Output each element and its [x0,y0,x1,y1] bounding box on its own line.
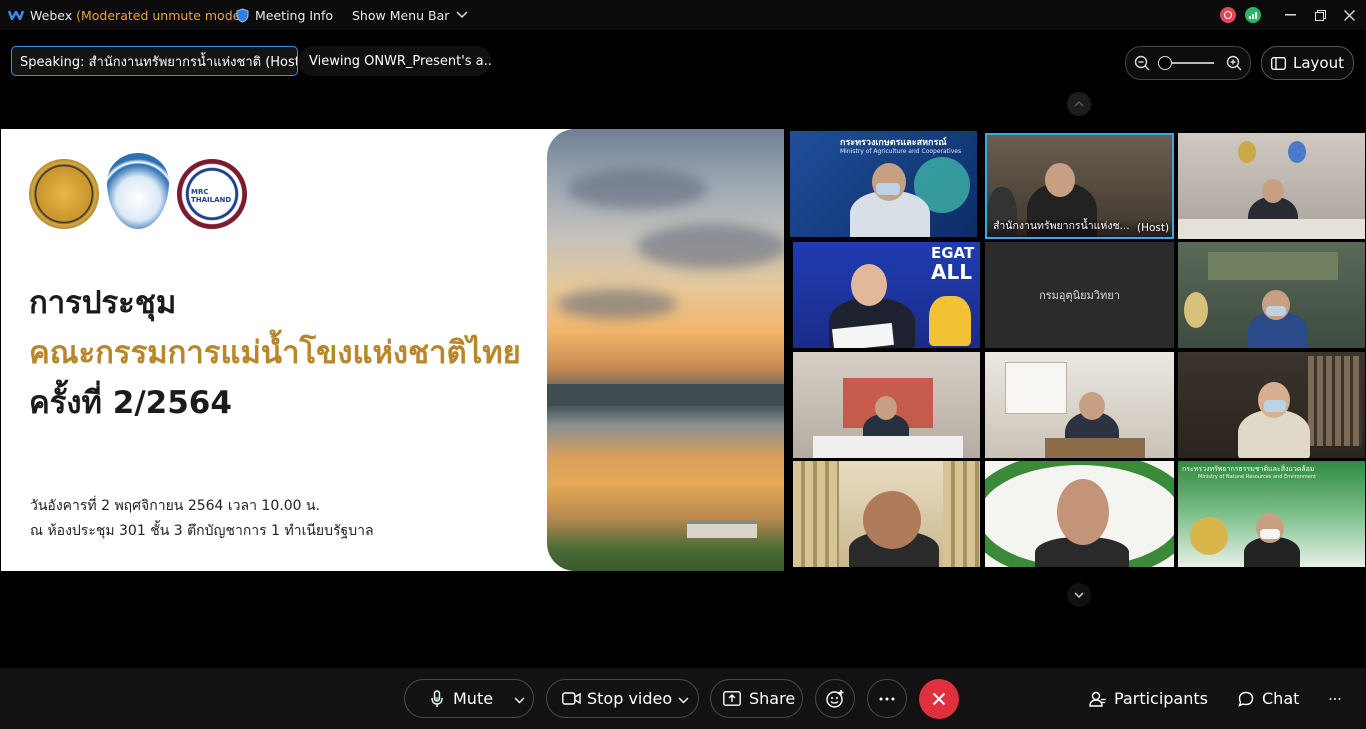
egat-sign-text-2: ALL [931,260,972,284]
video-tile-host[interactable]: สำนักงานทรัพยากรน้ำแห่งช... (Host) [985,133,1174,239]
active-speaker-text: Speaking: สำนักงานทรัพยากรน้ำแห่งชาติ (H… [20,54,298,70]
microphone-icon [426,689,448,708]
layout-icon [1271,56,1286,70]
share-button[interactable]: Share [710,679,803,718]
shield-icon [236,7,249,23]
natural-resources-banner-subtext: Ministry of Natural Resources and Enviro… [1198,474,1316,480]
zoom-out-icon[interactable] [1134,55,1150,71]
recording-indicator[interactable] [1214,0,1242,30]
network-health-indicator[interactable] [1239,0,1267,30]
active-speaker-label[interactable]: Speaking: สำนักงานทรัพยากรน้ำแห่งชาติ (H… [11,46,298,76]
chevron-down-icon [456,11,468,19]
scroll-up-button[interactable] [1067,92,1091,116]
participants-button[interactable]: Participants [1089,679,1208,718]
mute-button[interactable]: Mute [404,679,534,718]
video-tile-8[interactable] [985,352,1174,458]
reaction-icon [826,689,844,708]
signal-icon [1245,7,1261,23]
video-tile-9[interactable] [1178,352,1365,458]
video-tile-agriculture[interactable]: กระทรวงเกษตรและสหกรณ์ Ministry of Agricu… [790,131,977,237]
video-tile-energy[interactable] [793,352,980,458]
layout-button[interactable]: Layout [1261,46,1354,80]
scroll-down-button[interactable] [1067,583,1091,607]
layout-label: Layout [1293,54,1344,72]
chevron-up-icon [1074,101,1084,107]
onwr-water-drop-logo [107,153,169,229]
slide-title-line2: คณะกรรมการแม่น้ำโขงแห่งชาติไทย [29,335,521,371]
agriculture-banner-subtext: Ministry of Agriculture and Cooperatives [840,148,962,155]
video-tile-natural-resources[interactable]: กระทรวงทรัพยากรธรรมชาติและสิ่งแวดล้อม Mi… [1178,461,1365,567]
government-seal-logo [29,159,99,229]
meeting-info-label: Meeting Info [255,7,334,23]
record-icon [1220,7,1236,23]
chevron-down-icon [1074,592,1084,598]
chat-button[interactable]: Chat [1238,679,1299,718]
stop-video-label: Stop video [587,689,673,708]
close-window-button[interactable] [1335,0,1363,30]
video-icon [560,692,582,705]
webex-logo-icon [8,10,24,21]
video-tile-10[interactable] [793,461,980,567]
slide-place-line: ณ ห้องประชุม 301 ชั้น 3 ตึกบัญชาการ 1 ทำ… [30,523,374,539]
zoom-in-icon[interactable] [1226,55,1242,71]
restore-icon [1314,9,1326,21]
more-icon [1329,697,1341,700]
video-tile-meteorology[interactable]: กรมอุตุนิยมวิทยา [985,242,1174,348]
stop-video-button[interactable]: Stop video [546,679,699,718]
shared-content-slide: MRC THAILAND การประชุม คณะกรรมการแม่น้ำโ… [1,129,784,571]
host-tile-name: สำนักงานทรัพยากรน้ำแห่งช... [993,220,1130,232]
mrc-logo-text: MRC THAILAND [191,188,232,204]
show-menu-bar-label: Show Menu Bar [352,7,450,23]
video-tile-11[interactable] [985,461,1174,567]
video-options-chevron[interactable] [678,689,689,708]
video-tile-egat[interactable]: EGAT ALL [793,242,980,348]
chevron-down-icon [678,697,689,704]
show-menu-bar-button[interactable]: Show Menu Bar [352,0,468,30]
mrc-thailand-logo: MRC THAILAND [177,159,247,229]
minimize-button[interactable] [1276,0,1304,30]
host-tile-badge: (Host) [1137,222,1170,234]
minimize-icon [1284,14,1296,16]
agriculture-banner-text: กระทรวงเกษตรและสหกรณ์ [840,138,947,148]
panel-more-button[interactable] [1329,679,1341,718]
zoom-slider-handle[interactable] [1158,56,1172,70]
meeting-info-button[interactable]: Meeting Info [236,0,333,30]
slide-title-line3: ครั้งที่ 2/2564 [29,385,232,421]
mute-label: Mute [453,689,494,708]
mute-options-chevron[interactable] [514,689,525,708]
viewing-share-label[interactable]: Viewing ONWR_Present's a... [298,46,491,76]
meteorology-tile-name: กรมอุตุนิยมวิทยา [1039,289,1120,302]
participants-icon [1089,691,1106,707]
share-label: Share [749,689,796,708]
chat-label: Chat [1262,689,1300,708]
viewing-share-text: Viewing ONWR_Present's a... [309,53,491,69]
video-tile-6[interactable] [1178,242,1365,348]
app-name: Webex [30,7,73,23]
participants-label: Participants [1114,689,1208,708]
restore-button[interactable] [1306,0,1334,30]
chevron-down-icon [514,697,525,704]
slide-title-line1: การประชุม [29,285,177,321]
mekong-sunset-photo [547,129,784,571]
close-icon [1343,9,1355,21]
chat-icon [1238,691,1254,707]
more-options-button[interactable] [867,679,907,718]
reactions-button[interactable] [815,679,855,718]
slide-date-line: วันอังคารที่ 2 พฤศจิกายน 2564 เวลา 10.00… [30,498,320,514]
moderated-mode-label: (Moderated unmute mode) [76,7,246,23]
zoom-control [1125,46,1251,80]
end-call-button[interactable] [919,679,959,719]
app-title: Webex (Moderated unmute mode) [8,0,245,30]
share-icon [722,691,742,706]
video-tile-3[interactable] [1178,133,1365,239]
more-icon [879,697,895,700]
end-call-icon [932,692,946,706]
title-bar: Webex (Moderated unmute mode) Meeting In… [0,0,1366,30]
